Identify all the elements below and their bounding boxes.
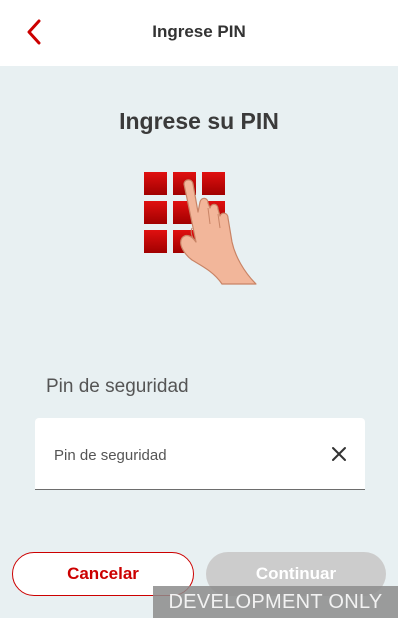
page-title: Ingrese su PIN xyxy=(119,108,279,134)
close-icon xyxy=(332,447,346,461)
app-header: Ingrese PIN xyxy=(0,0,398,66)
keypad-hand-illustration xyxy=(144,172,257,285)
clear-button[interactable] xyxy=(327,442,351,466)
pin-field xyxy=(35,418,365,490)
pin-input[interactable] xyxy=(52,442,316,468)
pin-field-label: Pin de seguridad xyxy=(46,376,189,397)
header-title: Ingrese PIN xyxy=(152,22,246,41)
content-area xyxy=(0,66,398,618)
development-banner: DEVELOPMENT ONLY xyxy=(153,586,398,618)
